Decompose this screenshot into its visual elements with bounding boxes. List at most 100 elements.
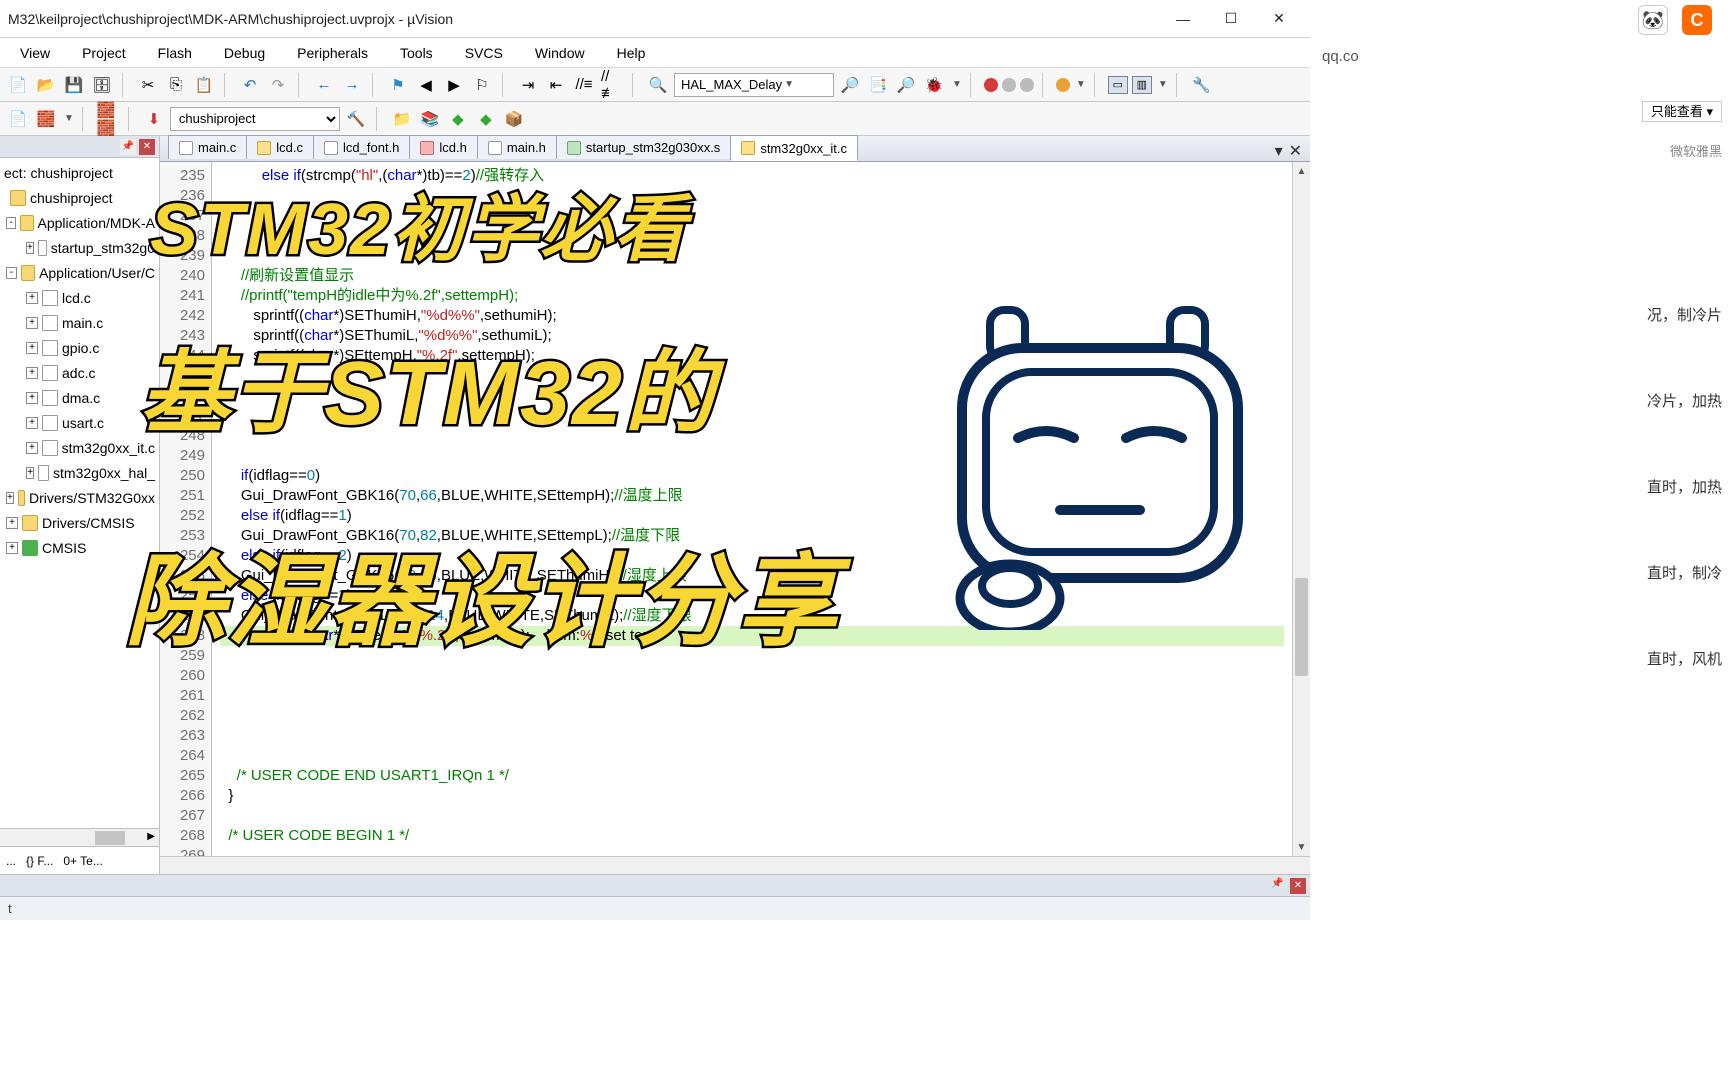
redo-icon[interactable]: ↷ (266, 73, 290, 97)
tree-file[interactable]: +gpio.c (0, 335, 159, 360)
horizontal-scrollbar[interactable] (160, 856, 1310, 874)
debug-icon[interactable]: 🐞 (922, 73, 946, 97)
forward-icon[interactable]: → (340, 73, 364, 97)
uncomment-icon[interactable]: //≢ (600, 73, 624, 97)
qq-icon[interactable]: C (1682, 5, 1712, 35)
tree-file[interactable]: +adc.c (0, 360, 159, 385)
incremental-icon[interactable]: 🔎 (894, 73, 918, 97)
pack-green-icon[interactable]: ◆ (446, 107, 470, 131)
bookmark-icon[interactable]: ⚑ (386, 73, 410, 97)
breakpoint-disable-icon[interactable] (1002, 78, 1016, 92)
pack-green2-icon[interactable]: ◆ (474, 107, 498, 131)
tree-file[interactable]: +stm32g0xx_hal_ (0, 460, 159, 485)
tree-file[interactable]: +dma.c (0, 385, 159, 410)
output-pin-icon[interactable]: 📌 (1271, 878, 1287, 894)
file-tab[interactable]: lcd.c (246, 135, 314, 159)
file-tab[interactable]: startup_stm32g030xx.s (556, 135, 731, 159)
tree-file[interactable]: +stm32g0xx_it.c (0, 435, 159, 460)
breakpoint-killall-icon[interactable] (1020, 78, 1034, 92)
tree-group[interactable]: +Drivers/CMSIS (0, 510, 159, 535)
tree-root[interactable]: ect: chushiproject (0, 160, 159, 185)
menu-peripherals[interactable]: Peripherals (283, 42, 382, 64)
bookmark-clear-icon[interactable]: ⚐ (470, 73, 494, 97)
menu-window[interactable]: Window (521, 42, 599, 64)
build-icon[interactable]: 🧱 (34, 107, 58, 131)
menu-project[interactable]: Project (68, 42, 140, 64)
saveall-icon[interactable]: 🗄 (90, 73, 114, 97)
rebuild-icon[interactable]: 🧱🧱 (96, 107, 120, 131)
menu-tools[interactable]: Tools (386, 42, 447, 64)
run-icon[interactable] (1056, 78, 1070, 92)
translate-icon[interactable]: 📄 (6, 107, 30, 131)
bookmark-prev-icon[interactable]: ◀ (414, 73, 438, 97)
batch-build-icon[interactable]: 📚 (418, 107, 442, 131)
outdent-icon[interactable]: ⇤ (544, 73, 568, 97)
save-icon[interactable]: 💾 (62, 73, 86, 97)
tree-group[interactable]: -Application/MDK-A (0, 210, 159, 235)
manage-project-icon[interactable]: 📁 (390, 107, 414, 131)
right-badge[interactable]: 只能查看 ▾ (1642, 101, 1722, 122)
right-url: qq.co (1310, 40, 1728, 73)
menu-help[interactable]: Help (603, 42, 660, 64)
download-icon[interactable]: ⬇ (142, 107, 166, 131)
tree-file[interactable]: +lcd.c (0, 285, 159, 310)
search-combo[interactable]: HAL_MAX_Delay▼ (674, 73, 834, 97)
file-tab[interactable]: main.c (168, 135, 247, 159)
findinfiles-icon[interactable]: 📑 (866, 73, 890, 97)
tree-file[interactable]: +usart.c (0, 410, 159, 435)
menu-flash[interactable]: Flash (144, 42, 206, 64)
tree-group[interactable]: -Application/User/C (0, 260, 159, 285)
title-text: M32\keilproject\chushiproject\MDK-ARM\ch… (8, 11, 1158, 27)
open-icon[interactable]: 📂 (34, 73, 58, 97)
menu-view[interactable]: View (6, 42, 64, 64)
file-tab[interactable]: lcd.h (409, 135, 477, 159)
panda-icon[interactable]: 🐼 (1638, 5, 1668, 35)
panel-tab-c[interactable]: 0+ Te... (63, 854, 102, 868)
tree-group[interactable]: +CMSIS (0, 535, 159, 560)
undo-icon[interactable]: ↶ (238, 73, 262, 97)
options-icon[interactable]: 🔨 (344, 107, 368, 131)
panel-header: 📌 ✕ (0, 136, 159, 158)
maximize-button[interactable]: ☐ (1208, 4, 1254, 34)
scroll-up-icon[interactable]: ▲ (1293, 162, 1310, 180)
tree-file[interactable]: +main.c (0, 310, 159, 335)
indent-icon[interactable]: ⇥ (516, 73, 540, 97)
pack-installer-icon[interactable]: 📦 (502, 107, 526, 131)
window-layout-icon[interactable]: ▭ (1108, 76, 1128, 94)
paste-icon[interactable]: 📋 (192, 73, 216, 97)
copy-icon[interactable]: ⎘ (164, 73, 188, 97)
pin-icon[interactable]: 📌 (120, 139, 136, 155)
panel-close-icon[interactable]: ✕ (139, 139, 155, 155)
close-button[interactable]: ✕ (1256, 4, 1302, 34)
scroll-down-icon[interactable]: ▼ (1293, 838, 1310, 856)
file-tab[interactable]: main.h (477, 135, 557, 159)
new-icon[interactable]: 📄 (6, 73, 30, 97)
panel-tab-a[interactable]: ... (6, 854, 16, 868)
file-tab[interactable]: stm32g0xx_it.c (730, 135, 858, 161)
right-text-fragment: 况，制冷片冷片，加热直时，加热直时，制冷直时，风机 (1310, 160, 1728, 716)
back-icon[interactable]: ← (312, 73, 336, 97)
tree-project[interactable]: chushiproject (0, 185, 159, 210)
file-tab[interactable]: lcd_font.h (313, 135, 410, 159)
tree-file[interactable]: +startup_stm32g0 (0, 235, 159, 260)
scroll-thumb[interactable] (1295, 578, 1308, 675)
output-close-icon[interactable]: ✕ (1290, 878, 1306, 894)
vertical-scrollbar[interactable]: ▲ ▼ (1292, 162, 1310, 856)
find-icon[interactable]: 🔍 (646, 73, 670, 97)
bookmark-next-icon[interactable]: ▶ (442, 73, 466, 97)
minimize-button[interactable]: — (1160, 4, 1206, 34)
menu-debug[interactable]: Debug (210, 42, 279, 64)
configure-icon[interactable]: 🔧 (1190, 73, 1214, 97)
panel-tab-b[interactable]: {} F... (26, 854, 53, 868)
menu-svcs[interactable]: SVCS (451, 42, 517, 64)
breakpoint-icon[interactable] (984, 78, 998, 92)
project-tree[interactable]: ect: chushiproject chushiproject -Applic… (0, 158, 159, 828)
cut-icon[interactable]: ✂ (136, 73, 160, 97)
target-select[interactable]: chushiproject (170, 107, 340, 131)
comment-icon[interactable]: //≡ (572, 73, 596, 97)
window-split-icon[interactable]: ▥ (1132, 76, 1152, 94)
findnext-icon[interactable]: 🔎 (838, 73, 862, 97)
tab-close-icon[interactable]: ✕ (1289, 141, 1302, 161)
tree-group[interactable]: +Drivers/STM32G0xx (0, 485, 159, 510)
tab-dropdown-icon[interactable]: ▾ (1275, 141, 1283, 161)
